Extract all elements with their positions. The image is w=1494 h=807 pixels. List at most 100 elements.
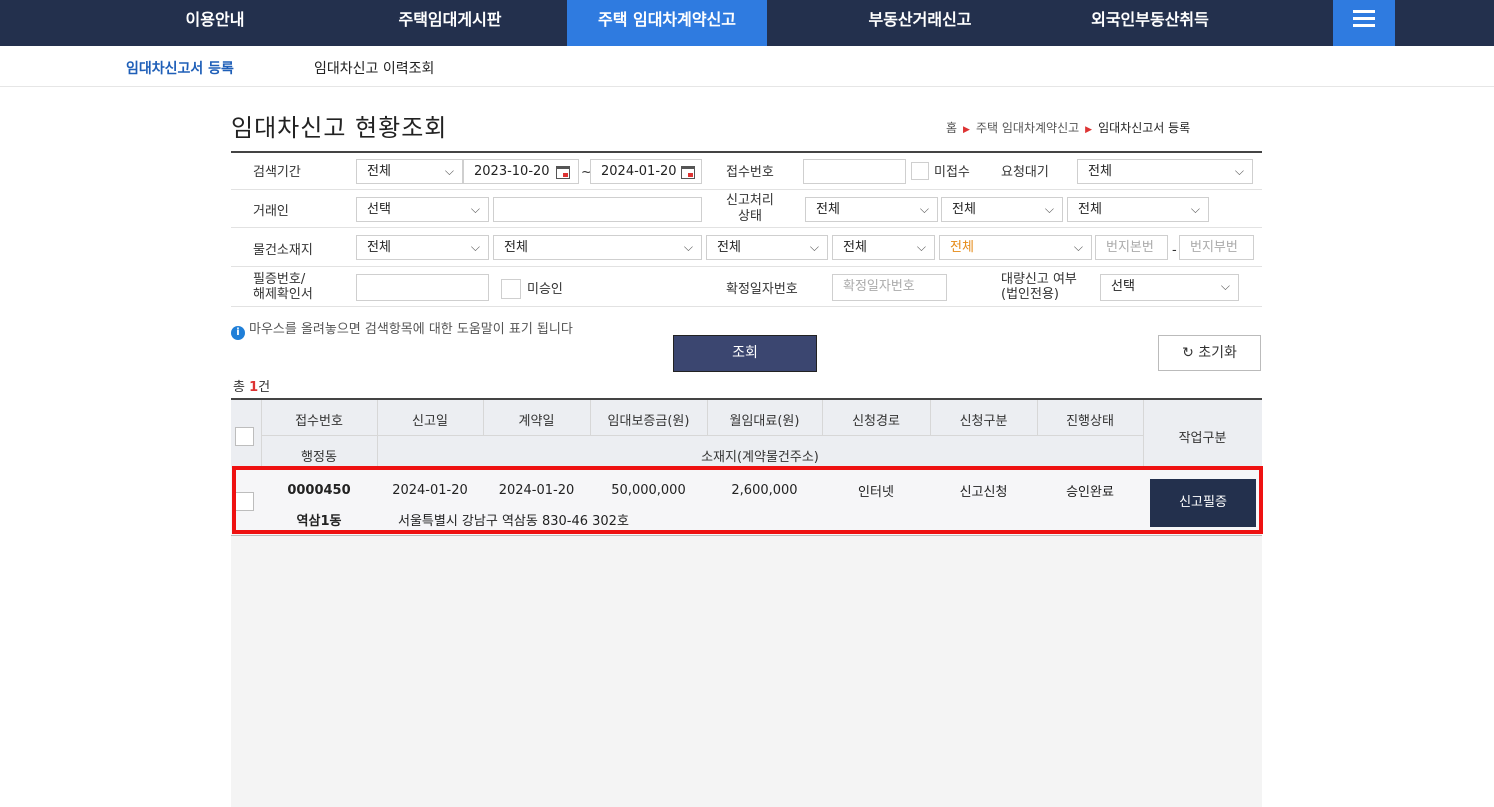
chevron-down-icon: ⌵ bbox=[809, 240, 819, 254]
cert-label-line2: 해제확인서 bbox=[253, 287, 313, 302]
subnav-lease-history[interactable]: 임대차신고 이력조회 bbox=[314, 58, 434, 78]
breadcrumb-current: 임대차신고서 등록 bbox=[1098, 121, 1191, 135]
status-label-line1: 신고처리 bbox=[726, 193, 774, 208]
location-label: 물건소재지 bbox=[253, 243, 313, 258]
lot-dash: - bbox=[1172, 243, 1177, 258]
col-contract-date: 계약일 bbox=[518, 414, 555, 429]
nav-rental-board[interactable]: 주택임대게시판 bbox=[380, 0, 520, 46]
fixed-date-label: 확정일자번호 bbox=[726, 282, 798, 297]
col-monthly-rent: 월임대료(원) bbox=[729, 414, 800, 429]
cell-contract-date: 2024-01-20 bbox=[498, 483, 575, 498]
chevron-down-icon: ⌵ bbox=[916, 240, 926, 254]
receipt-no-label: 접수번호 bbox=[726, 165, 774, 180]
chevron-down-icon: ⌵ bbox=[1073, 240, 1083, 254]
cell-dong: 역삼1동 bbox=[296, 514, 342, 529]
cell-address: 서울특별시 강남구 역삼동 830-46 302호 bbox=[398, 514, 629, 529]
page-title: 임대차신고 현황조회 bbox=[231, 114, 448, 142]
nav-usage-guide[interactable]: 이용안내 bbox=[170, 0, 260, 46]
calendar-icon bbox=[556, 166, 570, 179]
help-hint: i 마우스를 올려놓으면 검색항목에 대한 도움말이 표기 됩니다 bbox=[231, 318, 573, 340]
breadcrumb: 홈 ▶ 주택 임대차계약신고 ▶ 임대차신고서 등록 bbox=[946, 119, 1190, 136]
refresh-icon: ↻ bbox=[1182, 345, 1194, 361]
location-select-ri[interactable]: 전체 ⌵ bbox=[832, 235, 935, 260]
trader-select[interactable]: 선택 ⌵ bbox=[356, 197, 489, 222]
search-button[interactable]: 조회 bbox=[673, 335, 817, 372]
reset-button[interactable]: ↻ 초기화 bbox=[1158, 335, 1261, 371]
total-count-number: 1 bbox=[249, 380, 259, 395]
status-select-2[interactable]: 전체 ⌵ bbox=[941, 197, 1063, 222]
cell-monthly-rent: 2,600,000 bbox=[731, 483, 798, 498]
search-row-trader: 거래인 선택 ⌵ 신고처리 상태 전체 ⌵ 전체 ⌵ 전체 ⌵ bbox=[231, 190, 1262, 228]
col-type: 신청구분 bbox=[959, 414, 1008, 429]
location-select-sido[interactable]: 전체 ⌵ bbox=[356, 235, 489, 260]
nav-real-estate-report[interactable]: 부동산거래신고 bbox=[845, 0, 995, 46]
chevron-down-icon: ⌵ bbox=[1044, 202, 1054, 216]
chevron-down-icon: ⌵ bbox=[1220, 279, 1230, 293]
unapproved-label: 미승인 bbox=[527, 282, 563, 297]
fixed-date-input[interactable]: 확정일자번호 bbox=[832, 274, 947, 301]
location-select-building[interactable]: 전체 ⌵ bbox=[939, 235, 1092, 260]
hamburger-menu-icon[interactable] bbox=[1333, 0, 1395, 46]
cell-deposit: 50,000,000 bbox=[611, 483, 686, 498]
cell-receipt-no: 0000450 bbox=[287, 483, 351, 498]
trader-input[interactable] bbox=[493, 197, 702, 222]
total-count: 총 1건 bbox=[233, 380, 271, 395]
location-select-sigungu[interactable]: 전체 ⌵ bbox=[493, 235, 702, 260]
table-row[interactable] bbox=[231, 468, 1262, 535]
trader-label: 거래인 bbox=[253, 204, 289, 219]
subnav-lease-register[interactable]: 임대차신고서 등록 bbox=[126, 58, 234, 78]
cell-type: 신고신청 bbox=[959, 485, 1008, 500]
search-row-period: 검색기간 전체 ⌵ 2023-10-20 ~ 2024-01-20 접수번호 미접… bbox=[231, 153, 1262, 190]
date-to-field[interactable]: 2024-01-20 bbox=[590, 159, 702, 184]
unapproved-checkbox[interactable] bbox=[501, 279, 521, 299]
bulk-label-line1: 대량신고 여부 bbox=[1001, 272, 1077, 287]
chevron-down-icon: ⌵ bbox=[683, 240, 693, 254]
cell-report-date: 2024-01-20 bbox=[392, 483, 468, 498]
help-hint-text: 마우스를 올려놓으면 검색항목에 대한 도움말이 표기 됩니다 bbox=[249, 322, 573, 337]
info-icon: i bbox=[231, 326, 245, 340]
search-form: 검색기간 전체 ⌵ 2023-10-20 ~ 2024-01-20 접수번호 미접… bbox=[231, 151, 1262, 307]
chevron-down-icon: ⌵ bbox=[470, 202, 480, 216]
row-checkbox[interactable] bbox=[235, 492, 254, 511]
nav-foreigner-acquisition[interactable]: 외국인부동산취득 bbox=[1060, 0, 1240, 46]
location-select-dong[interactable]: 전체 ⌵ bbox=[706, 235, 828, 260]
col-address: 소재지(계약물건주소) bbox=[701, 450, 819, 465]
lot-sub-input[interactable]: 번지부번 bbox=[1179, 235, 1254, 260]
chevron-down-icon: ⌵ bbox=[919, 202, 929, 216]
bulk-label-line2: (법인전용) bbox=[1001, 287, 1059, 302]
lot-main-input[interactable]: 번지본번 bbox=[1095, 235, 1168, 260]
status-select-3[interactable]: 전체 ⌵ bbox=[1067, 197, 1209, 222]
period-label: 검색기간 bbox=[253, 165, 301, 180]
search-row-certificate: 필증번호/ 해제확인서 미승인 확정일자번호 확정일자번호 대량신고 여부 (법… bbox=[231, 267, 1262, 307]
breadcrumb-lease-report[interactable]: 주택 임대차계약신고 bbox=[976, 121, 1079, 135]
breadcrumb-arrow-icon: ▶ bbox=[1085, 125, 1093, 135]
period-select[interactable]: 전체 ⌵ bbox=[356, 159, 463, 184]
not-received-checkbox[interactable] bbox=[911, 162, 929, 180]
chevron-down-icon: ⌵ bbox=[1234, 164, 1244, 178]
pending-label: 요청대기 bbox=[1001, 165, 1049, 180]
date-from-field[interactable]: 2023-10-20 bbox=[463, 159, 579, 184]
breadcrumb-arrow-icon: ▶ bbox=[963, 125, 970, 135]
top-navigation: 이용안내 주택임대게시판 주택 임대차계약신고 부동산거래신고 외국인부동산취득 bbox=[0, 0, 1494, 46]
breadcrumb-home[interactable]: 홈 bbox=[946, 121, 957, 135]
search-row-location: 물건소재지 전체 ⌵ 전체 ⌵ 전체 ⌵ 전체 ⌵ 전체 ⌵ 번지본번 - 번지부번 bbox=[231, 228, 1262, 267]
cert-no-input[interactable] bbox=[356, 274, 489, 301]
col-action: 작업구분 bbox=[1178, 431, 1227, 446]
cell-channel: 인터넷 bbox=[858, 485, 894, 500]
pending-select[interactable]: 전체 ⌵ bbox=[1077, 159, 1253, 184]
nav-lease-report[interactable]: 주택 임대차계약신고 bbox=[567, 0, 767, 46]
chevron-down-icon: ⌵ bbox=[470, 240, 480, 254]
receipt-no-input[interactable] bbox=[803, 159, 906, 184]
col-status: 진행상태 bbox=[1066, 414, 1114, 429]
results-table: 접수번호 신고일 계약일 임대보증금(원) 월임대료(원) 신청경로 신청구분 … bbox=[231, 398, 1262, 536]
col-channel: 신청경로 bbox=[852, 414, 900, 429]
report-certificate-button[interactable]: 신고필증 bbox=[1150, 479, 1256, 527]
bulk-select[interactable]: 선택 ⌵ bbox=[1100, 274, 1239, 301]
status-label-line2: 상태 bbox=[738, 209, 762, 224]
col-report-date: 신고일 bbox=[412, 414, 448, 429]
status-select-1[interactable]: 전체 ⌵ bbox=[805, 197, 938, 222]
content-background bbox=[231, 535, 1262, 807]
col-receipt-no: 접수번호 bbox=[295, 414, 343, 429]
col-deposit: 임대보증금(원) bbox=[607, 414, 690, 429]
select-all-checkbox[interactable] bbox=[235, 427, 254, 446]
